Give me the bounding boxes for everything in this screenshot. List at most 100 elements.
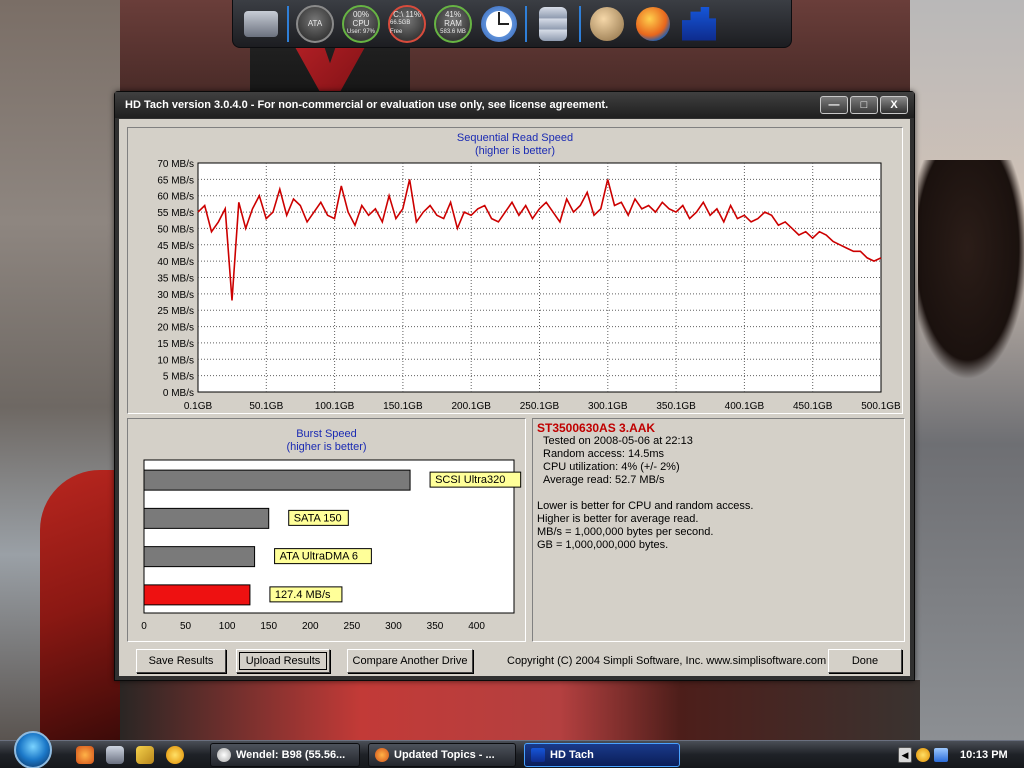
random-access: Random access: 14.5ms <box>543 448 665 460</box>
taskbar-button-hdtach[interactable]: HD Tach <box>524 743 680 767</box>
taskbar-button-label: Updated Topics - ... <box>394 749 495 761</box>
disk-gadget[interactable]: C:\ 11% 66.5GB Free <box>387 4 427 44</box>
burst-bar-label: SCSI Ultra320 <box>435 474 505 486</box>
note-mbs-definition: MB/s = 1,000,000 bytes per second. <box>537 526 714 538</box>
hdtach-icon <box>531 748 545 762</box>
average-read: Average read: 52.7 MB/s <box>543 474 665 486</box>
burst-bar <box>143 584 251 606</box>
y-tick-label: 15 MB/s <box>157 339 194 350</box>
network-tray-icon[interactable] <box>934 748 948 762</box>
window-title: HD Tach version 3.0.4.0 - For non-commer… <box>125 99 609 111</box>
taskbar-button-wendel[interactable]: Wendel: B98 (55.56... <box>210 743 360 767</box>
burst-x-tick-label: 400 <box>468 621 485 632</box>
hdd-gadget-icon[interactable] <box>241 4 281 44</box>
sequential-read-panel: Sequential Read Speed (higher is better)… <box>127 127 903 414</box>
save-results-button[interactable]: Save Results <box>136 649 226 673</box>
firefox-quicklaunch-icon[interactable] <box>76 746 94 764</box>
x-tick-label: 500.1GB <box>861 401 901 412</box>
burst-bar <box>143 507 270 529</box>
system-tray: ◀ 10:13 PM <box>894 743 1024 767</box>
burst-x-tick-label: 0 <box>141 621 147 632</box>
close-button[interactable]: X <box>880 96 908 114</box>
y-tick-label: 40 MB/s <box>157 257 194 268</box>
y-tick-label: 0 MB/s <box>163 388 194 399</box>
ram-gadget-percent: 41% <box>444 10 461 19</box>
burst-speed-panel: Burst Speed (higher is better) 0 50 100 150… <box>127 418 526 642</box>
start-button-icon[interactable] <box>14 731 52 768</box>
minimize-button[interactable]: — <box>820 96 848 114</box>
messenger-quicklaunch-icon[interactable] <box>166 746 184 764</box>
firefox-icon <box>375 748 389 762</box>
upload-results-button[interactable]: Upload Results <box>236 649 330 673</box>
x-tick-label: 150.1GB <box>383 401 423 412</box>
taskbar-button-firefox[interactable]: Updated Topics - ... <box>368 743 516 767</box>
gadget-separator <box>287 5 289 42</box>
gpu-gadget[interactable]: ATA <box>295 4 335 44</box>
ram-gadget-label: RAM <box>444 19 462 28</box>
burst-x-tick-label: 150 <box>260 621 277 632</box>
test-date: Tested on 2008-05-06 at 22:13 <box>543 435 693 447</box>
taskbar: Wendel: B98 (55.56... Updated Topics - .… <box>0 731 1024 768</box>
done-button[interactable]: Done <box>828 649 902 673</box>
burst-bar-label: 127.4 MB/s <box>275 589 331 601</box>
gadget-separator <box>579 5 581 42</box>
globe-gadget-icon[interactable] <box>587 4 627 44</box>
x-tick-label: 50.1GB <box>249 401 283 412</box>
tray-expand-button[interactable]: ◀ <box>898 747 912 763</box>
y-tick-label: 50 MB/s <box>157 224 194 235</box>
y-tick-label: 25 MB/s <box>157 306 194 317</box>
burst-bar-label: SATA 150 <box>294 512 342 524</box>
cpu-utilization: CPU utilization: 4% (+/- 2%) <box>543 461 680 473</box>
note-gb-definition: GB = 1,000,000,000 bytes. <box>537 539 669 551</box>
compare-drive-button[interactable]: Compare Another Drive <box>347 649 473 673</box>
maximize-button[interactable]: □ <box>850 96 878 114</box>
x-tick-label: 0.1GB <box>184 401 213 412</box>
x-tick-label: 200.1GB <box>451 401 491 412</box>
drive-info-panel: ST3500630AS 3.AAK Tested on 2008-05-06 a… <box>532 418 905 642</box>
gadget-bar: ATA 00% CPU User: 97% C:\ 11% 66.5GB Fre… <box>232 0 792 48</box>
gadget-separator <box>525 5 527 42</box>
chat-icon <box>217 748 231 762</box>
window-titlebar[interactable]: HD Tach version 3.0.4.0 - For non-commer… <box>115 92 914 118</box>
x-tick-label: 400.1GB <box>725 401 765 412</box>
cpu-gadget-label: CPU <box>352 19 370 28</box>
firefox-gadget-icon[interactable] <box>633 4 673 44</box>
ram-gadget[interactable]: 41% RAM 583.6 MB <box>433 4 473 44</box>
x-tick-label: 450.1GB <box>793 401 833 412</box>
database-gadget-icon[interactable] <box>533 4 573 44</box>
burst-speed-chart: 0 50 100 150 200 250 300 350 400 SCSI Ultra320 SAT… <box>141 459 522 632</box>
y-tick-label: 55 MB/s <box>157 208 194 219</box>
disk-gadget-percent: C:\ 11% <box>393 10 421 19</box>
y-tick-label: 5 MB/s <box>163 372 194 383</box>
cpu-gadget-sub: User: 97% <box>346 29 375 35</box>
winamp-quicklaunch-icon[interactable] <box>136 746 154 764</box>
gpu-gadget-label: ATA <box>307 19 323 28</box>
hdtach-window: HD Tach version 3.0.4.0 - For non-commer… <box>114 91 915 681</box>
wallpaper-right <box>910 0 1024 740</box>
city-gadget-icon[interactable] <box>679 4 719 44</box>
taskbar-button-label: HD Tach <box>550 749 594 761</box>
sequential-read-chart: 70 MB/s 65 MB/s 60 MB/s 55 MB/s 50 MB/s 45 MB… <box>157 159 901 412</box>
hdd-quicklaunch-icon[interactable] <box>106 746 124 764</box>
x-tick-label: 250.1GB <box>520 401 560 412</box>
burst-x-tick-label: 250 <box>344 621 361 632</box>
x-tick-label: 300.1GB <box>588 401 628 412</box>
burst-x-tick-label: 50 <box>180 621 192 632</box>
y-tick-label: 35 MB/s <box>157 274 194 285</box>
note-lower-better: Lower is better for CPU and random acces… <box>537 500 754 512</box>
y-tick-label: 65 MB/s <box>157 175 194 186</box>
taskbar-button-label: Wendel: B98 (55.56... <box>236 749 346 761</box>
taskbar-clock[interactable]: 10:13 PM <box>960 749 1008 761</box>
wallpaper-bottom <box>120 680 920 740</box>
clock-gadget-icon[interactable] <box>479 4 519 44</box>
cpu-gadget[interactable]: 00% CPU User: 97% <box>341 4 381 44</box>
drive-model: ST3500630AS 3.AAK <box>537 421 656 435</box>
copyright-text: Copyright (C) 2004 Simpli Software, Inc.… <box>507 655 827 667</box>
y-tick-label: 10 MB/s <box>157 355 194 366</box>
burst-bar <box>143 546 256 568</box>
x-tick-label: 350.1GB <box>656 401 696 412</box>
burst-bar-label: ATA UltraDMA 6 <box>280 551 358 563</box>
messenger-tray-icon[interactable] <box>916 748 930 762</box>
y-tick-label: 45 MB/s <box>157 241 194 252</box>
window-client: Sequential Read Speed (higher is better)… <box>119 119 910 676</box>
